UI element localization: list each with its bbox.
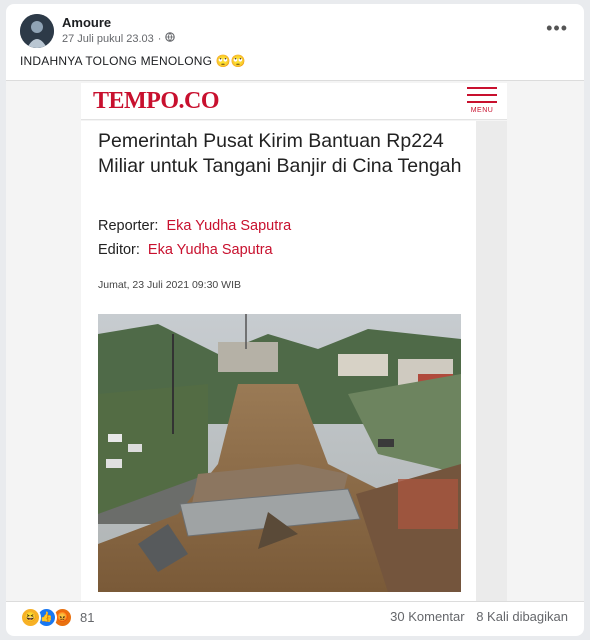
reaction-summary[interactable]: 😆 👍 😡 81 [20, 607, 94, 628]
article-headline: Pemerintah Pusat Kirim Bantuan Rp224 Mil… [98, 130, 462, 177]
editor-name[interactable]: Eka Yudha Saputra [148, 242, 273, 258]
haha-reaction-icon: 😆 [20, 607, 41, 628]
menu-label: MENU [470, 107, 494, 114]
article-body: Pemerintah Pusat Kirim Bantuan Rp224 Mil… [81, 121, 476, 601]
facebook-post-card: Amoure 27 Juli pukul 23.03 · ••• INDAHNY… [6, 4, 584, 636]
shared-screenshot: TEMPO.CO MENU Pemerintah Pusat Kirim Ban… [6, 80, 584, 602]
editor-row: Editor: Eka Yudha Saputra [98, 242, 273, 258]
menu-bar-icon [467, 87, 497, 89]
post-meta: 27 Juli pukul 23.03 · [62, 32, 176, 45]
menu-bar-icon [467, 101, 497, 103]
post-timestamp[interactable]: 27 Juli pukul 23.03 [62, 33, 154, 45]
article-date: Jumat, 23 Juli 2021 09:30 WIB [98, 279, 241, 291]
side-strip [476, 121, 507, 601]
globe-icon [165, 32, 176, 45]
hamburger-menu-button[interactable]: MENU [467, 87, 497, 114]
tempo-logo: TEMPO.CO [93, 88, 220, 114]
comments-count[interactable]: 30 Komentar [390, 609, 464, 624]
engagement-stats: 30 Komentar 8 Kali dibagikan [382, 609, 568, 624]
more-options-icon[interactable]: ••• [546, 18, 568, 39]
flood-photo [98, 314, 461, 592]
post-caption: INDAHNYA TOLONG MENOLONG 🙄🙄 [20, 54, 246, 68]
author-avatar[interactable] [20, 14, 54, 48]
reporter-label: Reporter: [98, 218, 159, 234]
reaction-count[interactable]: 81 [80, 610, 94, 625]
dot-separator: · [157, 32, 162, 45]
shares-count[interactable]: 8 Kali dibagikan [476, 609, 568, 624]
reporter-name[interactable]: Eka Yudha Saputra [166, 218, 291, 234]
site-header: TEMPO.CO MENU [81, 83, 507, 120]
post-author[interactable]: Amoure [62, 15, 111, 30]
menu-bar-icon [467, 94, 497, 96]
reporter-row: Reporter: Eka Yudha Saputra [98, 218, 291, 234]
editor-label: Editor: [98, 242, 140, 258]
